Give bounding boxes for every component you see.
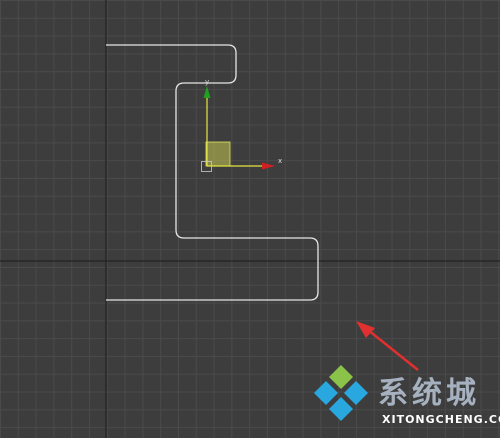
- gizmo-xy-plane[interactable]: [205, 141, 231, 167]
- annotation-arrow-icon: [356, 321, 419, 371]
- gizmo-y-label: y: [205, 78, 209, 86]
- y-arrow-icon[interactable]: [203, 86, 211, 98]
- transform-gizmo[interactable]: y x: [201, 78, 283, 172]
- x-arrow-icon[interactable]: [262, 162, 275, 170]
- gizmo-x-label: x: [278, 157, 282, 165]
- viewport-perspective[interactable]: y x 系统城 XITONGCHENG.COM: [0, 0, 500, 438]
- watermark-logo-icon: [314, 365, 368, 421]
- watermark-title: 系统城: [378, 376, 480, 411]
- watermark-subtitle: XITONGCHENG.COM: [382, 413, 500, 426]
- spline-shape[interactable]: [106, 44, 319, 301]
